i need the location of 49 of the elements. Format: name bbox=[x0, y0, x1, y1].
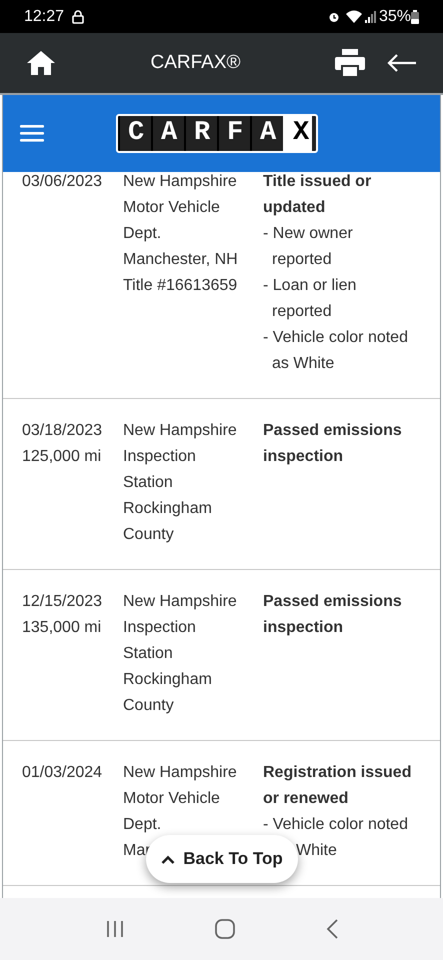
source-line: Station bbox=[123, 645, 173, 662]
source-line: Motor Vehicle bbox=[123, 790, 220, 807]
record-event: Title issued or updated bbox=[263, 172, 372, 218]
source-line: Rockingham bbox=[123, 500, 212, 517]
menu-icon[interactable] bbox=[20, 125, 44, 142]
source-line: Manchester, NH bbox=[123, 251, 238, 268]
source-line: Motor Vehicle bbox=[123, 199, 220, 216]
alarm-icon bbox=[328, 10, 340, 22]
home-icon[interactable] bbox=[26, 50, 56, 76]
record-detail: - New owner reported bbox=[263, 224, 353, 270]
recent-apps-icon[interactable] bbox=[104, 920, 124, 938]
record-detail: White bbox=[296, 842, 337, 859]
record-date: 12/15/2023 bbox=[22, 592, 104, 612]
source-line: New Hampshire bbox=[123, 764, 237, 781]
battery-percent: 35% bbox=[378, 6, 411, 26]
printer-icon[interactable] bbox=[335, 49, 365, 77]
source-line: Station bbox=[123, 474, 173, 491]
source-line: Dept. bbox=[123, 225, 162, 242]
record-detail: - Loan or lien reported bbox=[263, 276, 356, 322]
wifi-icon bbox=[346, 10, 362, 23]
source-line: Rockingham bbox=[123, 671, 212, 688]
record-detail: - Vehicle color noted as White bbox=[263, 328, 408, 374]
signal-icon bbox=[364, 10, 376, 22]
app-title: CARFAX® bbox=[150, 52, 241, 73]
back-icon[interactable] bbox=[324, 918, 338, 940]
source-line: Title #16613659 bbox=[123, 277, 238, 294]
source-line: Inspection bbox=[123, 448, 196, 465]
record-mileage: 135,000 mi bbox=[22, 618, 102, 638]
caret-icon bbox=[161, 854, 176, 864]
source-line: New Hampshire bbox=[123, 593, 237, 610]
source-line: New Hampshire bbox=[123, 173, 237, 190]
record-date: 03/18/2023 bbox=[22, 421, 104, 441]
record-event: Passed emissions inspection bbox=[263, 421, 403, 467]
battery-icon bbox=[411, 10, 419, 24]
source-line: New Hampshire bbox=[123, 422, 237, 439]
status-time: 12:27 bbox=[24, 6, 64, 26]
record-event: Registration issued or renewed bbox=[263, 763, 412, 809]
record-detail: - Vehicle color noted bbox=[263, 815, 408, 835]
back-arrow-icon[interactable] bbox=[387, 53, 417, 73]
record-date: 01/03/2024 bbox=[22, 763, 104, 783]
home-button-icon[interactable] bbox=[214, 918, 236, 940]
record-mileage: 125,000 mi bbox=[22, 447, 102, 467]
source-line: County bbox=[123, 697, 174, 714]
record-event: Passed emissions inspection bbox=[263, 592, 403, 638]
source-line: County bbox=[123, 526, 174, 543]
lock-icon bbox=[72, 10, 84, 24]
source-line: Inspection bbox=[123, 619, 196, 636]
record-date: 03/06/2023 bbox=[22, 172, 104, 192]
source-line: Dept. bbox=[123, 816, 162, 833]
